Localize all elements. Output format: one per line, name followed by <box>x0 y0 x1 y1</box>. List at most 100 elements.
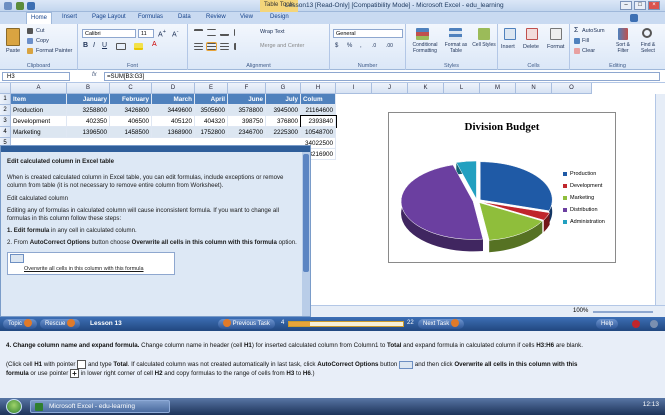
column-header[interactable]: H <box>301 83 336 94</box>
borders-icon[interactable] <box>116 43 126 50</box>
table-cell[interactable]: 21164600 <box>301 105 336 116</box>
format-painter-button[interactable]: Format Painter <box>36 48 72 54</box>
tab-formulas[interactable]: Formulas <box>138 14 163 20</box>
tab-insert[interactable]: Insert <box>62 14 77 20</box>
table-cell[interactable]: 1396500 <box>67 127 110 138</box>
tab-data[interactable]: Data <box>178 14 191 20</box>
currency-icon[interactable]: $ <box>335 43 338 49</box>
zoom-slider[interactable] <box>593 311 653 313</box>
table-cell-active[interactable]: 2393840 <box>300 115 337 128</box>
cell-styles-icon[interactable] <box>478 28 490 40</box>
taskbar-excel-item[interactable]: Microsoft Excel - edu-learning <box>30 400 170 413</box>
font-size-select[interactable]: 11 <box>138 29 154 38</box>
column-header[interactable]: J <box>372 83 408 94</box>
tab-view[interactable]: View <box>240 14 253 20</box>
help-scrollbar[interactable] <box>302 152 310 316</box>
pie-chart[interactable]: Division Budget Production Development Mar… <box>388 112 616 263</box>
sort-filter-button[interactable]: Sort & Filter <box>612 42 634 54</box>
paste-button[interactable]: Paste <box>6 48 20 54</box>
table-header-cell[interactable]: March <box>152 94 195 105</box>
column-header[interactable]: I <box>336 83 372 94</box>
column-header[interactable]: B <box>67 83 110 94</box>
align-middle-icon[interactable] <box>207 29 216 36</box>
table-cell[interactable]: 1458500 <box>110 127 152 138</box>
row-header[interactable]: 4 <box>0 127 11 138</box>
name-box[interactable]: H3 <box>2 72 70 81</box>
column-header[interactable]: L <box>444 83 480 94</box>
table-cell[interactable]: 402350 <box>67 116 110 127</box>
table-cell[interactable]: 3449600 <box>152 105 195 116</box>
format-cells-button[interactable]: Format <box>547 44 564 50</box>
table-cell[interactable]: 404320 <box>195 116 228 127</box>
number-format-select[interactable]: General <box>333 29 403 38</box>
table-cell[interactable]: 3426800 <box>110 105 152 116</box>
copy-button[interactable]: Copy <box>36 38 49 44</box>
table-cell[interactable]: 405120 <box>152 116 195 127</box>
table-cell[interactable]: 2346700 <box>228 127 266 138</box>
sort-filter-icon[interactable] <box>618 28 628 40</box>
align-right-icon[interactable] <box>220 43 229 50</box>
overwrite-column-option[interactable]: Overwrite all cells in this column with … <box>10 265 172 273</box>
comma-icon[interactable]: , <box>360 43 362 49</box>
format-as-table-icon[interactable] <box>449 28 462 40</box>
insert-cells-button[interactable]: Insert <box>501 44 515 50</box>
column-header[interactable]: A <box>11 83 67 94</box>
table-header-cell[interactable]: February <box>110 94 152 105</box>
help-button[interactable]: Help <box>596 319 619 329</box>
clear-button[interactable]: Clear <box>582 48 595 54</box>
autocorrect-options-icon[interactable] <box>10 253 24 263</box>
table-cell[interactable]: 406500 <box>110 116 152 127</box>
table-cell[interactable]: 3578800 <box>228 105 266 116</box>
table-cell[interactable]: 10548700 <box>301 127 336 138</box>
column-header[interactable]: G <box>266 83 301 94</box>
align-bottom-icon[interactable] <box>220 29 229 36</box>
close-button[interactable]: × <box>648 1 660 10</box>
find-select-icon[interactable] <box>642 28 652 38</box>
column-header[interactable]: M <box>480 83 516 94</box>
column-header[interactable]: E <box>195 83 228 94</box>
column-header[interactable]: C <box>110 83 152 94</box>
vertical-scrollbar[interactable] <box>655 94 665 305</box>
table-cell[interactable]: Production <box>11 105 67 116</box>
percent-icon[interactable]: % <box>347 43 352 49</box>
zoom-level[interactable]: 100% <box>573 308 588 314</box>
tab-review[interactable]: Review <box>206 14 226 20</box>
cell-styles-button[interactable]: Cell Styles <box>472 42 496 48</box>
table-header-cell[interactable]: January <box>67 94 110 105</box>
minimize-button[interactable]: – <box>620 1 632 10</box>
autosum-button[interactable]: AutoSum <box>582 28 605 34</box>
maximize-button[interactable]: □ <box>634 1 646 10</box>
merge-center-button[interactable]: Merge and Center <box>260 43 304 49</box>
column-header[interactable]: F <box>228 83 266 94</box>
select-all-corner[interactable] <box>0 83 11 94</box>
table-cell[interactable]: 398750 <box>228 116 266 127</box>
font-color-icon[interactable]: A <box>152 41 157 48</box>
format-cells-icon[interactable] <box>550 28 562 40</box>
tab-page-layout[interactable]: Page Layout <box>92 14 126 20</box>
office-button-icon[interactable] <box>4 2 12 10</box>
formula-input[interactable]: =SUM[B3:G3] <box>104 72 660 81</box>
column-header[interactable]: N <box>516 83 552 94</box>
orientation-icon[interactable] <box>234 29 243 36</box>
font-name-select[interactable]: Calibri <box>82 29 136 38</box>
table-cell[interactable]: 3945000 <box>266 105 301 116</box>
table-cell[interactable]: Marketing <box>11 127 67 138</box>
table-header-cell[interactable]: Item <box>11 94 67 105</box>
save-icon[interactable] <box>16 2 24 10</box>
align-top-icon[interactable] <box>194 29 203 36</box>
start-button[interactable] <box>6 399 22 414</box>
indent-icon[interactable] <box>234 43 243 50</box>
table-header-cell[interactable]: July <box>266 94 301 105</box>
paste-icon[interactable] <box>6 28 20 46</box>
underline-icon[interactable]: U <box>102 42 107 49</box>
cut-button[interactable]: Cut <box>36 28 45 34</box>
column-header[interactable]: K <box>408 83 444 94</box>
row-header[interactable]: 3 <box>0 116 11 127</box>
undo-icon[interactable] <box>27 2 35 10</box>
topic-button[interactable]: Topic <box>3 319 37 329</box>
table-cell[interactable]: 1752800 <box>195 127 228 138</box>
conditional-formatting-button[interactable]: Conditional Formatting <box>409 42 441 54</box>
table-header-cell[interactable]: June <box>228 94 266 105</box>
column-header[interactable]: O <box>552 83 592 94</box>
table-cell[interactable]: 376800 <box>266 116 301 127</box>
